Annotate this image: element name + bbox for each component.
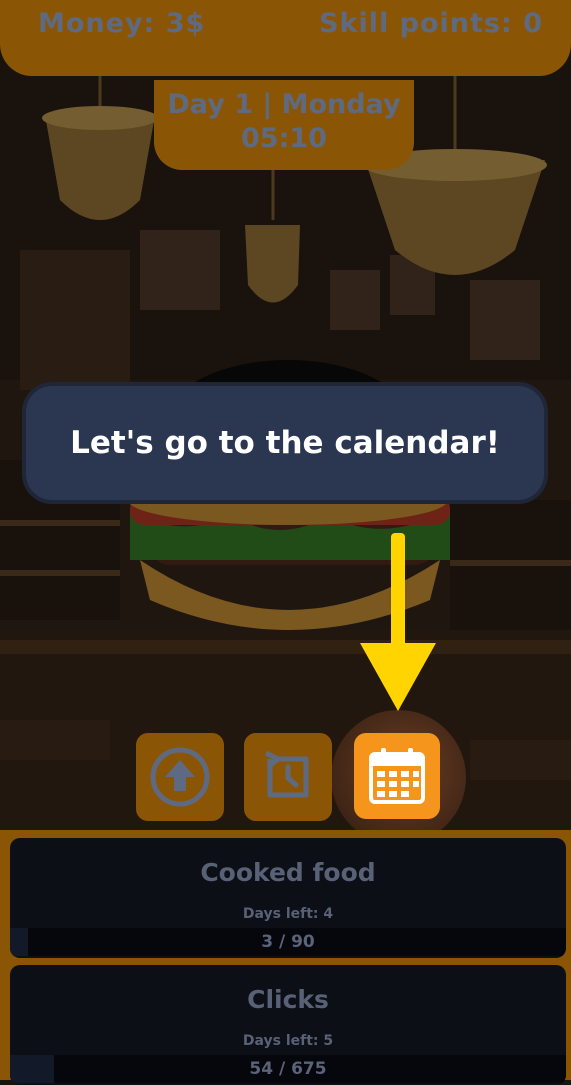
tooltip-message: Let's go to the calendar! <box>70 425 500 461</box>
history-button[interactable] <box>244 733 332 821</box>
pointer-arrow-icon <box>360 533 436 711</box>
goal-days-left: Days left: 5 <box>242 1033 334 1049</box>
goal-title: Clicks <box>247 985 329 1014</box>
money-label: Money: 3$ <box>38 8 206 39</box>
calendar-icon <box>369 748 425 804</box>
skill-points-label: Skill points: 0 <box>319 8 543 39</box>
goal-title: Cooked food <box>200 858 376 887</box>
top-stats-bar: Money: 3$ Skill points: 0 <box>0 0 571 76</box>
day-label: Day 1 | Monday <box>167 89 401 120</box>
upgrade-arrow-icon <box>150 747 210 807</box>
goal-progress-bar: 3 / 90 <box>10 928 566 956</box>
goal-progress-text: 54 / 675 <box>249 1059 327 1079</box>
upgrade-button[interactable] <box>136 733 224 821</box>
goal-days-left: Days left: 4 <box>242 906 334 922</box>
goal-card-cooked-food: Cooked food Days left: 4 3 / 90 <box>10 838 566 958</box>
goal-card-clicks: Clicks Days left: 5 54 / 675 <box>10 965 566 1085</box>
time-label: 05:10 <box>241 123 327 154</box>
history-clock-icon <box>264 750 309 798</box>
goal-progress-text: 3 / 90 <box>261 932 315 952</box>
day-time-panel: Day 1 | Monday 05:10 <box>154 80 414 170</box>
tutorial-tooltip: Let's go to the calendar! <box>22 382 548 504</box>
goal-progress-bar: 54 / 675 <box>10 1055 566 1083</box>
calendar-button[interactable] <box>354 733 440 819</box>
